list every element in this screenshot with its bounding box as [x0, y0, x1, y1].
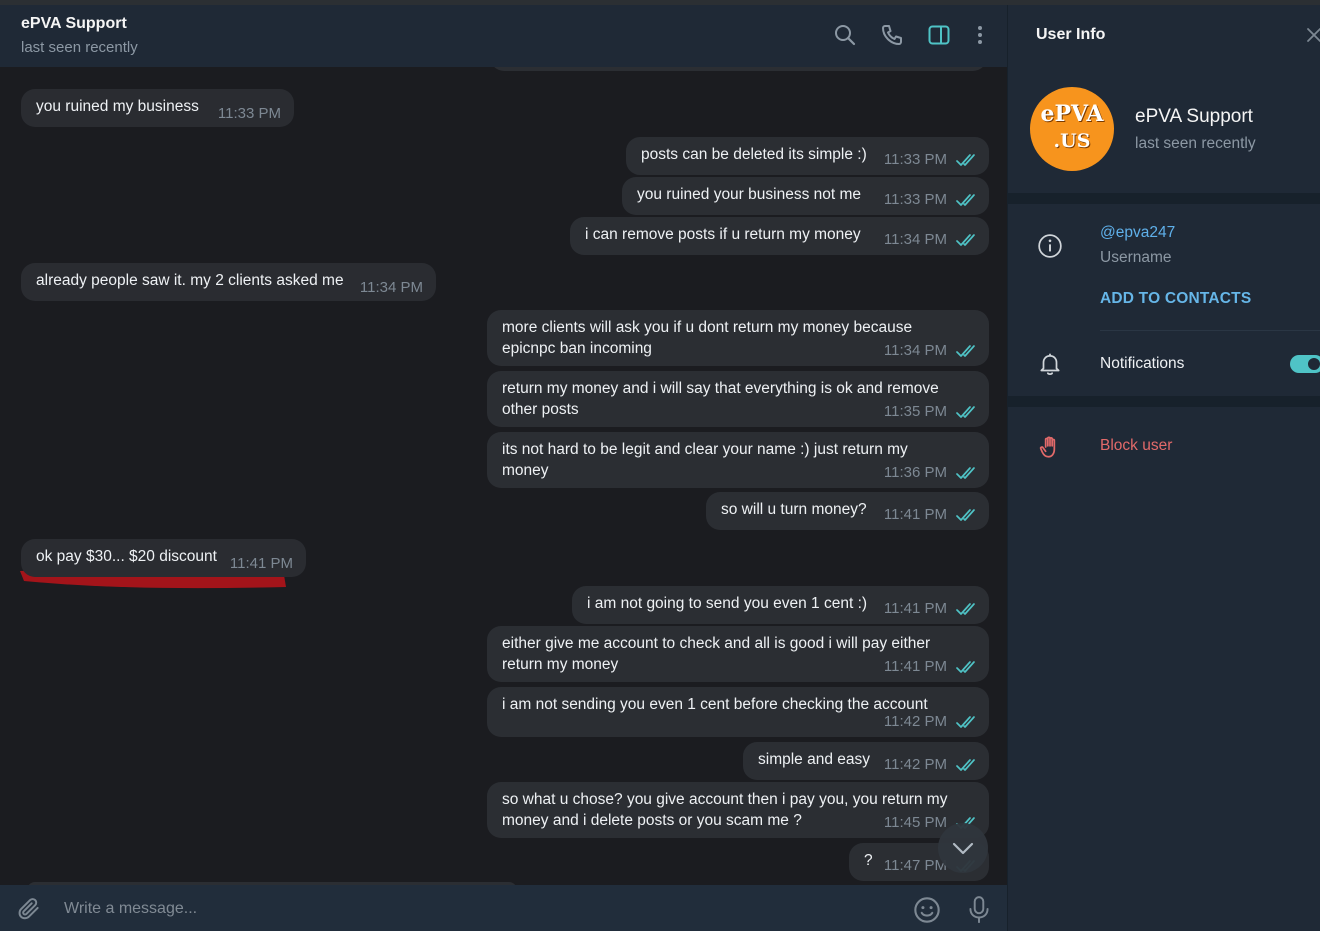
read-check-icon	[956, 405, 978, 419]
outgoing-message[interactable]: posts can be deleted its simple :) 11:33 …	[626, 137, 989, 175]
partial-message-bubble	[490, 67, 987, 71]
read-check-icon	[956, 602, 978, 616]
message-text: so what u chose? you give account then i…	[502, 791, 948, 829]
more-vertical-icon[interactable]	[968, 23, 992, 47]
read-check-icon	[956, 660, 978, 674]
outgoing-message[interactable]: simple and easy 11:42 PM	[743, 742, 989, 780]
message-input-bar	[0, 885, 1007, 931]
chat-status: last seen recently	[21, 39, 138, 56]
message-text: you ruined my business	[36, 98, 199, 115]
message-time: 11:41 PM	[883, 599, 947, 617]
avatar-text-bottom: .US	[1053, 130, 1091, 152]
phone-icon[interactable]	[880, 23, 904, 47]
panel-title: User Info	[1036, 26, 1106, 43]
message-time: 11:41 PM	[883, 505, 947, 523]
message-text: i am not sending you even 1 cent before …	[502, 696, 928, 713]
info-icon	[1038, 234, 1062, 258]
message-time: 11:34 PM	[359, 279, 423, 296]
message-list[interactable]: you ruined my business 11:33 PM posts can …	[0, 67, 1007, 885]
incoming-message[interactable]: you ruined my business 11:33 PM	[21, 89, 294, 127]
outgoing-message[interactable]: you ruined your business not me 11:33 PM	[622, 177, 989, 215]
read-check-icon	[956, 193, 978, 207]
read-check-icon	[956, 233, 978, 247]
section-divider	[1008, 396, 1320, 407]
message-text: you ruined your business not me	[637, 186, 862, 203]
message-time: 11:45 PM	[883, 813, 947, 831]
emoji-icon[interactable]	[913, 896, 941, 924]
message-text: i am not going to send you even 1 cent :…	[587, 595, 868, 612]
message-text: either give me account to check and all …	[502, 635, 931, 673]
outgoing-message[interactable]: i am not going to send you even 1 cent :…	[572, 586, 989, 624]
search-icon[interactable]	[833, 23, 857, 47]
stop-hand-icon	[1039, 436, 1056, 458]
chat-header[interactable]: ePVA Support last seen recently	[0, 5, 1007, 67]
notifications-toggle[interactable]	[1290, 355, 1320, 373]
username-label: Username	[1100, 249, 1172, 266]
message-time: 11:34 PM	[883, 341, 947, 359]
message-time: 11:36 PM	[883, 463, 947, 481]
message-time: 11:41 PM	[229, 555, 293, 572]
message-text: return my money and i will say that ever…	[502, 380, 939, 418]
read-check-icon	[956, 466, 978, 480]
sidebar-toggle-icon[interactable]	[927, 23, 951, 47]
outgoing-message[interactable]: return my money and i will say that ever…	[487, 371, 989, 427]
message-text: i can remove posts if u return my money	[585, 226, 861, 243]
outgoing-message[interactable]: i am not sending you even 1 cent before …	[487, 687, 989, 737]
avatar[interactable]: ePVA .US	[1030, 87, 1114, 171]
incoming-message[interactable]: ok pay $30... $20 discount 11:41 PM	[21, 539, 306, 577]
outgoing-message[interactable]: so what u chose? you give account then i…	[487, 782, 989, 838]
outgoing-message[interactable]: its not hard to be legit and clear your …	[487, 432, 989, 488]
message-text: more clients will ask you if u dont retu…	[502, 319, 913, 357]
outgoing-message[interactable]: either give me account to check and all …	[487, 626, 989, 682]
section-divider	[1008, 193, 1320, 204]
read-check-icon	[956, 758, 978, 772]
user-info-panel: User Info ePVA .US ePVA Support last see…	[1008, 5, 1320, 931]
message-text: its not hard to be legit and clear your …	[502, 441, 908, 479]
toggle-knob	[1306, 356, 1320, 372]
message-input[interactable]	[62, 889, 886, 929]
message-text: ok pay $30... $20 discount	[36, 548, 217, 565]
profile-name: ePVA Support	[1135, 106, 1253, 127]
read-check-icon	[956, 715, 978, 729]
read-check-icon	[956, 508, 978, 522]
message-text: so will u turn money?	[721, 501, 867, 518]
username-value[interactable]: @epva247	[1100, 224, 1175, 242]
read-check-icon	[956, 153, 978, 167]
message-time: 11:35 PM	[883, 402, 947, 420]
chevron-down-icon	[952, 842, 974, 855]
attach-icon[interactable]	[16, 896, 42, 922]
outgoing-message[interactable]: so will u turn money? 11:41 PM	[706, 492, 989, 530]
block-user-button[interactable]: Block user	[1100, 437, 1172, 455]
message-time: 11:34 PM	[883, 230, 947, 248]
read-check-icon	[956, 344, 978, 358]
message-time: 11:42 PM	[883, 712, 947, 730]
profile-status: last seen recently	[1135, 135, 1256, 152]
message-time: 11:33 PM	[883, 190, 947, 208]
incoming-message[interactable]: already people saw it. my 2 clients aske…	[21, 263, 436, 301]
chat-title[interactable]: ePVA Support	[21, 15, 127, 33]
message-time: 11:41 PM	[883, 657, 947, 675]
chat-area: ePVA Support last seen recently you ruin…	[0, 5, 1007, 931]
bell-icon	[1040, 353, 1060, 375]
row-divider	[1100, 330, 1320, 331]
message-time: 11:33 PM	[883, 150, 947, 168]
avatar-text-top: ePVA	[1040, 101, 1104, 127]
add-to-contacts-button[interactable]: ADD TO CONTACTS	[1100, 290, 1251, 308]
message-text: ?	[864, 852, 873, 869]
message-text: already people saw it. my 2 clients aske…	[36, 272, 344, 289]
outgoing-message[interactable]: i can remove posts if u return my money 1…	[570, 217, 989, 255]
message-time: 11:33 PM	[217, 105, 281, 122]
message-time: 11:42 PM	[883, 755, 947, 773]
message-time: 11:47 PM	[883, 856, 947, 874]
notifications-label: Notifications	[1100, 355, 1185, 372]
message-text: simple and easy	[758, 751, 871, 768]
scroll-down-button[interactable]	[938, 823, 988, 873]
outgoing-message[interactable]: more clients will ask you if u dont retu…	[487, 310, 989, 366]
message-text: posts can be deleted its simple :)	[641, 146, 867, 163]
close-icon[interactable]	[1306, 27, 1320, 43]
microphone-icon[interactable]	[966, 895, 992, 925]
